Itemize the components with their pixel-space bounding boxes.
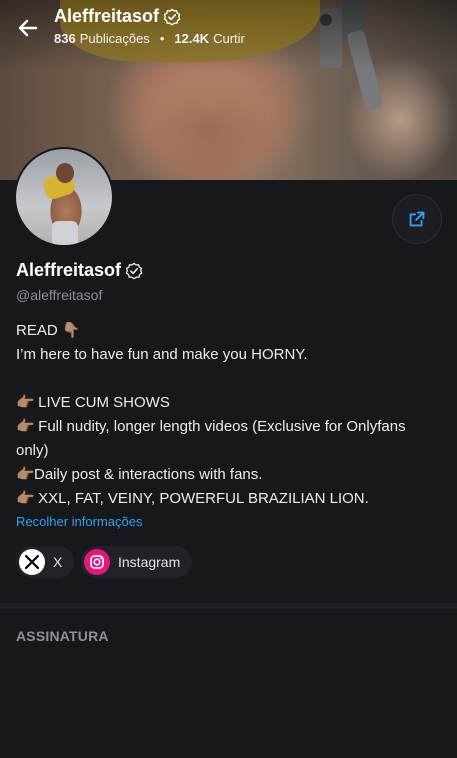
bio-item-text: Full nudity, longer length videos (Exclu… (16, 418, 410, 459)
profile-handle: @aleffreitasof (16, 287, 103, 303)
profile-name: Aleffreitasof (16, 260, 143, 281)
posts-count: 836 (54, 31, 76, 46)
likes-label: Curtir (213, 31, 245, 46)
social-link-instagram[interactable]: Instagram (81, 546, 193, 578)
share-icon (409, 211, 425, 227)
collapse-info-link[interactable]: Recolher informações (16, 514, 142, 529)
bio-list-item: 👉🏽 Full nudity, longer length videos (Ex… (16, 415, 441, 463)
bio-list-item: 👉🏽 LIVE CUM SHOWS (16, 391, 441, 415)
header-stats: 836 Publicações • 12.4K Curtir (54, 31, 245, 46)
bio-item-text: Daily post & interactions with fans. (34, 466, 263, 483)
avatar-head (56, 163, 74, 183)
subscription-section-title: ASSINATURA (16, 628, 109, 644)
pointing-hand-icon: 👉🏽 (16, 394, 35, 411)
stats-separator: • (159, 31, 165, 46)
header-name-text: Aleffreitasof (54, 6, 160, 26)
social-link-x[interactable]: X (16, 546, 75, 578)
pointing-hand-icon: 👉🏽 (16, 466, 35, 483)
share-button[interactable] (392, 194, 442, 244)
posts-label: Publicações (79, 31, 150, 46)
header-profile-name: Aleffreitasof (54, 6, 181, 27)
bio-line: READ 👇🏽 (16, 322, 81, 339)
pointing-hand-icon: 👉🏽 (16, 490, 35, 507)
bio-spacer (16, 367, 441, 391)
pointing-hand-icon: 👉🏽 (16, 418, 35, 435)
top-bar: Aleffreitasof 836 Publicações • 12.4K Cu… (0, 0, 457, 60)
cover-torso (150, 70, 270, 180)
profile-bio: READ 👇🏽 I’m here to have fun and make yo… (16, 319, 441, 511)
likes-count: 12.4K (174, 31, 210, 46)
bio-line: I’m here to have fun and make you HORNY. (16, 346, 308, 363)
bio-item-text: LIVE CUM SHOWS (34, 394, 170, 411)
arrow-left-icon (18, 19, 38, 37)
bio-list-item: 👉🏽Daily post & interactions with fans. (16, 463, 441, 487)
social-link-label: Instagram (118, 554, 181, 570)
back-button[interactable] (14, 14, 42, 42)
x-logo-icon (19, 549, 45, 575)
instagram-icon (84, 549, 110, 575)
bio-list-item: 👉🏽 XXL, FAT, VEINY, POWERFUL BRAZILIAN L… (16, 487, 441, 511)
verified-icon (125, 261, 143, 279)
avatar[interactable] (14, 147, 114, 247)
profile-name-text: Aleffreitasof (16, 260, 122, 280)
verified-icon (163, 7, 181, 25)
bio-item-text: XXL, FAT, VEINY, POWERFUL BRAZILIAN LION… (34, 490, 369, 507)
avatar-legs (52, 221, 78, 245)
section-divider (0, 603, 457, 609)
social-link-label: X (53, 554, 63, 570)
